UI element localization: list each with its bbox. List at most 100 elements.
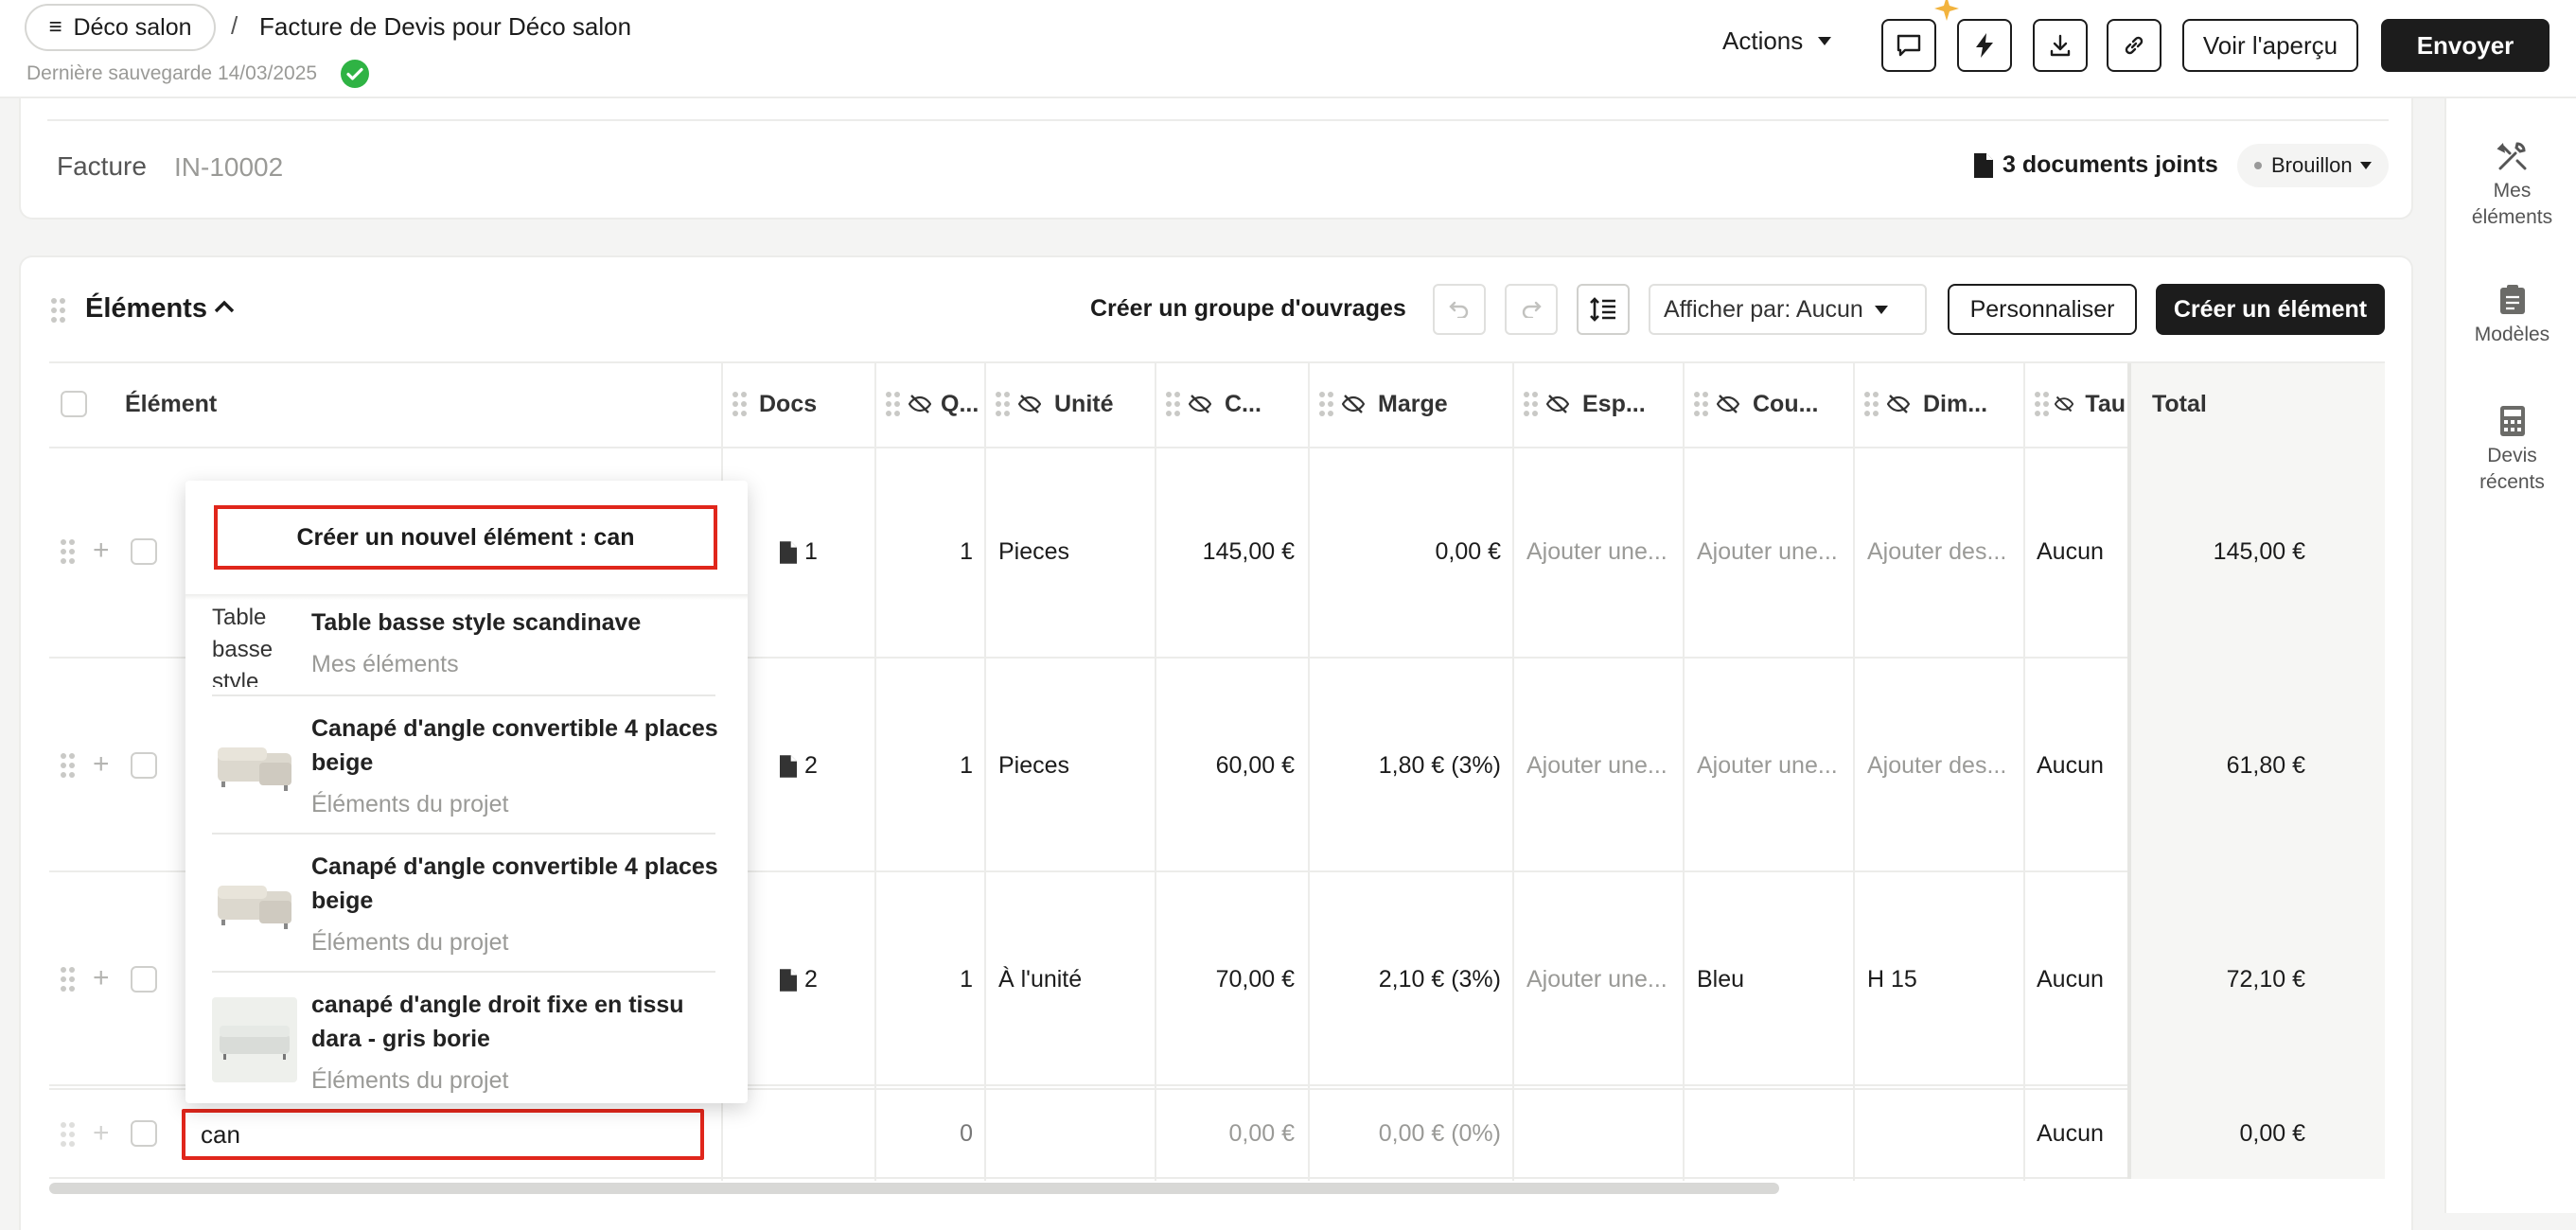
unit-cell[interactable]: À l'unité	[998, 966, 1140, 993]
tax-cell[interactable]: Aucun	[2037, 1120, 2124, 1148]
send-button[interactable]: Envoyer	[2381, 19, 2550, 72]
total-cell: 0,00 €	[2239, 1120, 2305, 1147]
attachments-link[interactable]: 3 documents joints	[1974, 151, 2218, 179]
dimensions-cell[interactable]: H 15	[1867, 966, 2011, 993]
suggestion-title: Canapé d'angle convertible 4 places beig…	[311, 853, 718, 914]
column-header-unit[interactable]: Unité	[996, 363, 1114, 445]
project-menu-button[interactable]: ≡ Déco salon	[25, 4, 216, 51]
attachments-count: 3 documents joints	[2003, 151, 2218, 178]
quantity-cell[interactable]: 1	[880, 538, 973, 566]
sidebar-item-templates[interactable]: Modèles	[2446, 284, 2576, 348]
quantity-cell[interactable]: 1	[880, 752, 973, 780]
row-checkbox[interactable]	[131, 966, 157, 993]
eye-off-icon[interactable]	[1189, 395, 1211, 413]
margin-cell[interactable]: 2,10 € (3%)	[1317, 966, 1501, 993]
broken-image-placeholder: Table basse style	[212, 605, 273, 687]
display-by-dropdown[interactable]: Afficher par: Aucun	[1649, 284, 1927, 335]
download-button[interactable]	[2033, 19, 2088, 72]
tax-cell[interactable]: Aucun	[2037, 538, 2124, 566]
space-cell[interactable]: Ajouter une...	[1526, 538, 1670, 566]
row-height-button[interactable]	[1577, 284, 1630, 335]
docs-cell[interactable]: 2	[780, 752, 818, 780]
share-link-button[interactable]	[2107, 19, 2161, 72]
undo-button[interactable]	[1433, 284, 1486, 335]
add-row-icon[interactable]: +	[93, 750, 110, 779]
column-header-space[interactable]: Esp...	[1524, 363, 1646, 445]
sofa-thumbnail	[212, 997, 297, 1082]
space-cell[interactable]: Ajouter une...	[1526, 752, 1670, 780]
dimensions-cell[interactable]: Ajouter des...	[1867, 752, 2011, 780]
automation-button[interactable]	[1957, 19, 2012, 72]
select-all-checkbox[interactable]	[61, 391, 87, 417]
element-search-input[interactable]: can	[182, 1109, 704, 1160]
eye-off-icon[interactable]	[2055, 395, 2074, 413]
row-drag-handle[interactable]	[61, 753, 76, 778]
customize-button[interactable]: Personnaliser	[1948, 284, 2137, 335]
sidebar-item-label: Devis récents	[2479, 445, 2545, 493]
color-cell[interactable]: Bleu	[1697, 966, 1841, 993]
actions-menu[interactable]: Actions	[1722, 26, 1832, 56]
unit-cell[interactable]: Pieces	[998, 538, 1140, 566]
column-header-tax[interactable]: Tau	[2035, 363, 2126, 445]
create-new-element-option[interactable]: Créer un nouvel élément : can	[214, 505, 717, 570]
tax-cell[interactable]: Aucun	[2037, 966, 2124, 993]
row-checkbox[interactable]	[131, 752, 157, 779]
docs-cell[interactable]: 2	[780, 966, 818, 993]
redo-button[interactable]	[1505, 284, 1558, 335]
margin-cell[interactable]: 0,00 €	[1317, 538, 1501, 566]
invoice-type-label: Facture	[57, 151, 147, 181]
section-drag-handle[interactable]	[51, 298, 66, 323]
cost-cell[interactable]: 60,00 €	[1164, 752, 1295, 780]
eye-off-icon[interactable]	[1717, 395, 1739, 413]
create-group-button[interactable]: Créer un groupe d'ouvrages	[1090, 295, 1406, 323]
eye-off-icon[interactable]	[1887, 395, 1910, 413]
row-checkbox[interactable]	[131, 538, 157, 565]
dimensions-cell[interactable]: Ajouter des...	[1867, 538, 2011, 566]
margin-cell[interactable]: 0,00 € (0%)	[1317, 1120, 1501, 1148]
line-spacing-icon	[1590, 297, 1615, 322]
docs-cell[interactable]: 1	[780, 538, 818, 566]
row-checkbox[interactable]	[131, 1120, 157, 1147]
eye-off-icon[interactable]	[1342, 395, 1365, 413]
color-cell[interactable]: Ajouter une...	[1697, 538, 1841, 566]
column-header-cost[interactable]: C...	[1166, 363, 1262, 445]
horizontal-scrollbar[interactable]	[49, 1183, 1779, 1194]
suggestion-title: canapé d'angle droit fixe en tissu dara …	[311, 992, 684, 1052]
eye-off-icon[interactable]	[909, 395, 931, 413]
last-saved-text: Dernière sauvegarde 14/03/2025	[26, 62, 318, 84]
column-header-color[interactable]: Cou...	[1694, 363, 1818, 445]
quantity-cell[interactable]: 1	[880, 966, 973, 993]
suggestion-source: Éléments du projet	[311, 791, 509, 817]
cost-cell[interactable]: 70,00 €	[1164, 966, 1295, 993]
row-drag-handle[interactable]	[61, 1122, 76, 1147]
collapse-chevron-icon[interactable]	[214, 300, 235, 313]
sidebar-item-my-elements[interactable]: Mes éléments	[2446, 140, 2576, 231]
color-cell[interactable]: Ajouter une...	[1697, 752, 1841, 780]
sidebar-item-recent-quotes[interactable]: Devis récents	[2446, 405, 2576, 496]
add-row-icon[interactable]: +	[93, 964, 110, 993]
eye-off-icon[interactable]	[1018, 395, 1041, 413]
add-row-icon[interactable]: +	[93, 536, 110, 565]
quantity-cell[interactable]: 0	[880, 1120, 973, 1148]
comment-button[interactable]	[1881, 19, 1936, 72]
column-header-margin[interactable]: Marge	[1319, 363, 1448, 445]
column-header-docs[interactable]: Docs	[732, 363, 817, 445]
column-header-element[interactable]: Élément	[125, 363, 217, 445]
column-header-total[interactable]: Total	[2152, 363, 2207, 445]
create-element-button[interactable]: Créer un élément	[2156, 284, 2385, 335]
status-dropdown[interactable]: Brouillon	[2237, 144, 2389, 187]
margin-cell[interactable]: 1,80 € (3%)	[1317, 752, 1501, 780]
unit-cell[interactable]: Pieces	[998, 752, 1140, 780]
space-cell[interactable]: Ajouter une...	[1526, 966, 1670, 993]
tax-cell[interactable]: Aucun	[2037, 752, 2124, 780]
eye-off-icon[interactable]	[1546, 395, 1569, 413]
cost-cell[interactable]: 0,00 €	[1164, 1120, 1295, 1148]
cost-cell[interactable]: 145,00 €	[1164, 538, 1295, 566]
preview-button[interactable]: Voir l'aperçu	[2182, 19, 2358, 72]
add-row-icon[interactable]: +	[93, 1119, 110, 1148]
column-header-dimensions[interactable]: Dim...	[1864, 363, 1987, 445]
row-drag-handle[interactable]	[61, 967, 76, 992]
column-header-quantity[interactable]: Q...	[886, 363, 980, 445]
row-drag-handle[interactable]	[61, 539, 76, 564]
element-suggestions-dropdown: Créer un nouvel élément : can Table bass…	[185, 481, 748, 1103]
